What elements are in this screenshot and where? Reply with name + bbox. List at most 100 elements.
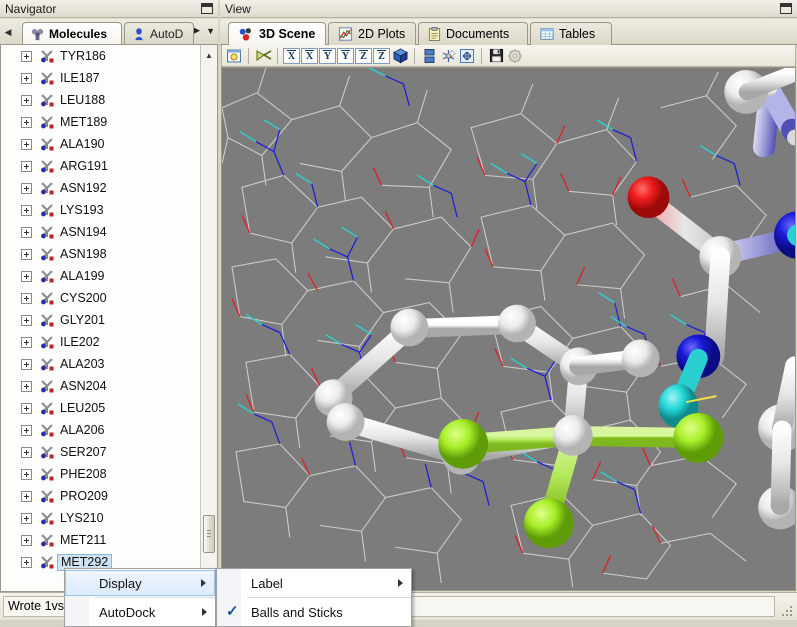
expand-toggle-icon[interactable] <box>21 315 32 326</box>
tree-item-lys210[interactable]: LYS210 <box>1 507 200 529</box>
menu-item-autodock[interactable]: AutoDock <box>65 599 215 625</box>
tree-item-phe208[interactable]: PHE208 <box>1 463 200 485</box>
tree-item-asn192[interactable]: ASN192 <box>1 177 200 199</box>
expand-toggle-icon[interactable] <box>21 161 32 172</box>
tab-2d-plots[interactable]: 2D Plots <box>328 22 416 45</box>
expand-toggle-icon[interactable] <box>21 469 32 480</box>
scroll-up-arrow-icon[interactable]: ▲ <box>201 47 217 63</box>
tree-item-ala190[interactable]: ALA190 <box>1 133 200 155</box>
expand-toggle-icon[interactable] <box>21 293 32 304</box>
checkmark-icon: ✓ <box>226 605 240 619</box>
tree-item-asn198[interactable]: ASN198 <box>1 243 200 265</box>
view-neg-y-axis-icon[interactable]: Y <box>337 48 354 64</box>
navigator-restore-icon[interactable] <box>201 3 213 14</box>
submenu-item-label[interactable]: Label <box>217 570 411 596</box>
expand-toggle-icon[interactable] <box>21 491 32 502</box>
pointer-tool-icon[interactable] <box>254 47 272 65</box>
tree-item-ala203[interactable]: ALA203 <box>1 353 200 375</box>
menu-item-display[interactable]: Display <box>65 570 215 596</box>
tree-item-ser207[interactable]: SER207 <box>1 441 200 463</box>
split-view-icon[interactable] <box>420 47 438 65</box>
expand-toggle-icon[interactable] <box>21 73 32 84</box>
view-x-axis-icon[interactable]: X <box>283 48 300 64</box>
tree-item-pro209[interactable]: PRO209 <box>1 485 200 507</box>
tab-documents[interactable]: Documents <box>418 22 528 45</box>
view-z-axis-icon[interactable]: Z <box>355 48 372 64</box>
view-y-axis-icon[interactable]: Y <box>319 48 336 64</box>
expand-toggle-icon[interactable] <box>21 139 32 150</box>
tree-item-leu188[interactable]: LEU188 <box>1 89 200 111</box>
fit-to-screen-icon[interactable] <box>458 47 476 65</box>
tree-item-tyr186[interactable]: TYR186 <box>1 45 200 67</box>
tree-item-label: ALA190 <box>60 137 104 152</box>
lightbulb-icon[interactable] <box>225 47 243 65</box>
expand-toggle-icon[interactable] <box>21 51 32 62</box>
submenu-arrow-icon <box>201 579 206 587</box>
expand-toggle-icon[interactable] <box>21 381 32 392</box>
tree-item-leu205[interactable]: LEU205 <box>1 397 200 419</box>
tab-3d-scene[interactable]: 3D Scene <box>228 22 326 45</box>
tree-item-met189[interactable]: MET189 <box>1 111 200 133</box>
expand-toggle-icon[interactable] <box>21 403 32 414</box>
residue-molecule-icon <box>39 48 55 64</box>
view-neg-z-axis-icon[interactable]: Z <box>373 48 390 64</box>
tree-item-ala199[interactable]: ALA199 <box>1 265 200 287</box>
navigator-title: Navigator <box>5 2 56 16</box>
tree-item-ala206[interactable]: ALA206 <box>1 419 200 441</box>
view-cube-icon[interactable] <box>391 47 409 65</box>
scrollbar-thumb[interactable] <box>203 515 215 553</box>
navigator-tabstrip: ◀ Molecules <box>0 19 218 45</box>
tab-molecules[interactable]: Molecules <box>22 22 122 45</box>
expand-toggle-icon[interactable] <box>21 227 32 238</box>
reset-view-icon[interactable] <box>439 47 457 65</box>
tree-vertical-scrollbar[interactable]: ▲ <box>200 45 217 591</box>
table-icon <box>540 27 554 41</box>
expand-toggle-icon[interactable] <box>21 337 32 348</box>
tab-overflow-right-icon[interactable]: ▶ <box>193 25 200 36</box>
tab-list-dropdown-icon[interactable]: ▼ <box>206 26 215 36</box>
expand-toggle-icon[interactable] <box>21 359 32 370</box>
submenu-item-balls-and-sticks[interactable]: ✓Balls and Sticks <box>217 599 411 625</box>
toolbar-separator-4 <box>481 48 482 64</box>
expand-toggle-icon[interactable] <box>21 249 32 260</box>
residue-molecule-icon <box>39 224 55 240</box>
expand-toggle-icon[interactable] <box>21 95 32 106</box>
expand-toggle-icon[interactable] <box>21 513 32 524</box>
tree-item-gly201[interactable]: GLY201 <box>1 309 200 331</box>
residue-molecule-icon <box>39 554 55 570</box>
tab-autodock[interactable]: AutoD <box>124 22 194 45</box>
expand-toggle-icon[interactable] <box>21 183 32 194</box>
view-restore-icon[interactable] <box>780 3 792 14</box>
tree-item-asn204[interactable]: ASN204 <box>1 375 200 397</box>
tab-2d-plots-label: 2D Plots <box>358 23 405 45</box>
tree-item-ile187[interactable]: ILE187 <box>1 67 200 89</box>
molecules-tree[interactable]: TYR186ILE187LEU188MET189ALA190ARG191ASN1… <box>0 45 218 592</box>
display-submenu[interactable]: Label ✓Balls and Sticks <box>216 568 412 627</box>
tab-scroll-left-icon[interactable]: ◀ <box>1 24 15 40</box>
tree-item-lys193[interactable]: LYS193 <box>1 199 200 221</box>
tree-item-arg191[interactable]: ARG191 <box>1 155 200 177</box>
view-neg-x-axis-icon[interactable]: X <box>301 48 318 64</box>
tree-item-label: MET211 <box>60 533 106 548</box>
tree-item-list: TYR186ILE187LEU188MET189ALA190ARG191ASN1… <box>1 45 200 591</box>
tab-tables[interactable]: Tables <box>530 22 612 45</box>
tree-item-label: ALA203 <box>60 357 104 372</box>
expand-toggle-icon[interactable] <box>21 271 32 282</box>
expand-toggle-icon[interactable] <box>21 535 32 546</box>
context-menu[interactable]: Display AutoDock <box>64 568 216 627</box>
resize-grip-icon[interactable] <box>781 605 794 618</box>
tree-item-met211[interactable]: MET211 <box>1 529 200 551</box>
expand-toggle-icon[interactable] <box>21 447 32 458</box>
submenu-arrow-icon <box>398 579 403 587</box>
residue-molecule-icon <box>39 334 55 350</box>
expand-toggle-icon[interactable] <box>21 425 32 436</box>
settings-gear-icon[interactable] <box>506 47 524 65</box>
expand-toggle-icon[interactable] <box>21 117 32 128</box>
tree-item-cys200[interactable]: CYS200 <box>1 287 200 309</box>
save-icon[interactable] <box>487 47 505 65</box>
expand-toggle-icon[interactable] <box>21 205 32 216</box>
tree-item-asn194[interactable]: ASN194 <box>1 221 200 243</box>
expand-toggle-icon[interactable] <box>21 557 32 568</box>
3d-scene-viewport[interactable] <box>221 67 796 591</box>
tree-item-ile202[interactable]: ILE202 <box>1 331 200 353</box>
